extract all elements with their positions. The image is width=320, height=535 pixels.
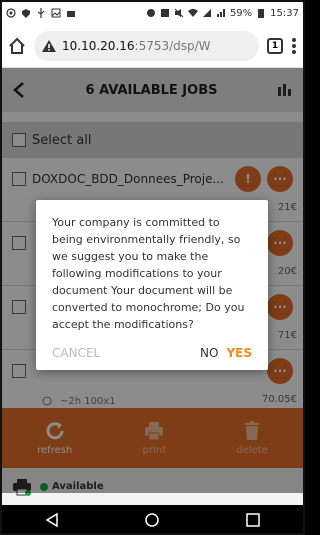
image-icon: [51, 8, 61, 18]
cat-icon: [67, 11, 75, 17]
shield-icon: [22, 9, 30, 18]
warning-icon: [42, 39, 56, 52]
address-bar[interactable]: 10.10.20.16:5753/dsp/W: [34, 30, 259, 61]
signal-bars-icon: [216, 9, 225, 17]
usb-icon: [37, 8, 45, 18]
signal-icon: [202, 9, 211, 17]
cancel-button[interactable]: CANCEL: [52, 346, 100, 360]
battery-icon: [258, 9, 265, 18]
mute-icon: [174, 8, 184, 18]
media-icon: [6, 8, 16, 18]
status-bar: 59% 15:37: [2, 2, 303, 24]
circle-icon: [146, 9, 155, 17]
browser-toolbar: 10.10.20.16:5753/dsp/W 1: [2, 24, 303, 68]
nav-home-icon[interactable]: [144, 512, 160, 528]
menu-dots-icon[interactable]: [291, 37, 297, 55]
no-button[interactable]: NO: [200, 346, 218, 360]
clock: 15:37: [270, 7, 299, 19]
home-icon[interactable]: [8, 37, 26, 55]
nav-back-icon[interactable]: [44, 512, 60, 528]
wifi-icon: [187, 9, 198, 17]
dialog-actions: CANCEL NO YES: [52, 346, 252, 360]
confirm-dialog: Your company is committed to being envir…: [36, 200, 268, 370]
nav-recents-icon[interactable]: [245, 512, 261, 528]
tab-switcher[interactable]: 1: [267, 37, 283, 54]
url-path: :5753/dsp/W: [134, 38, 211, 53]
battery-level: 59%: [229, 7, 253, 19]
nfc-icon: [160, 9, 169, 17]
url-host: 10.10.20.16: [62, 38, 135, 53]
phone-screen: 59% 15:37 10.10.20.16:5753/dsp/W 1 6 AVA…: [0, 0, 305, 535]
dialog-message: Your company is committed to being envir…: [52, 216, 245, 331]
system-nav-bar: [2, 505, 303, 533]
yes-button[interactable]: YES: [226, 346, 252, 360]
